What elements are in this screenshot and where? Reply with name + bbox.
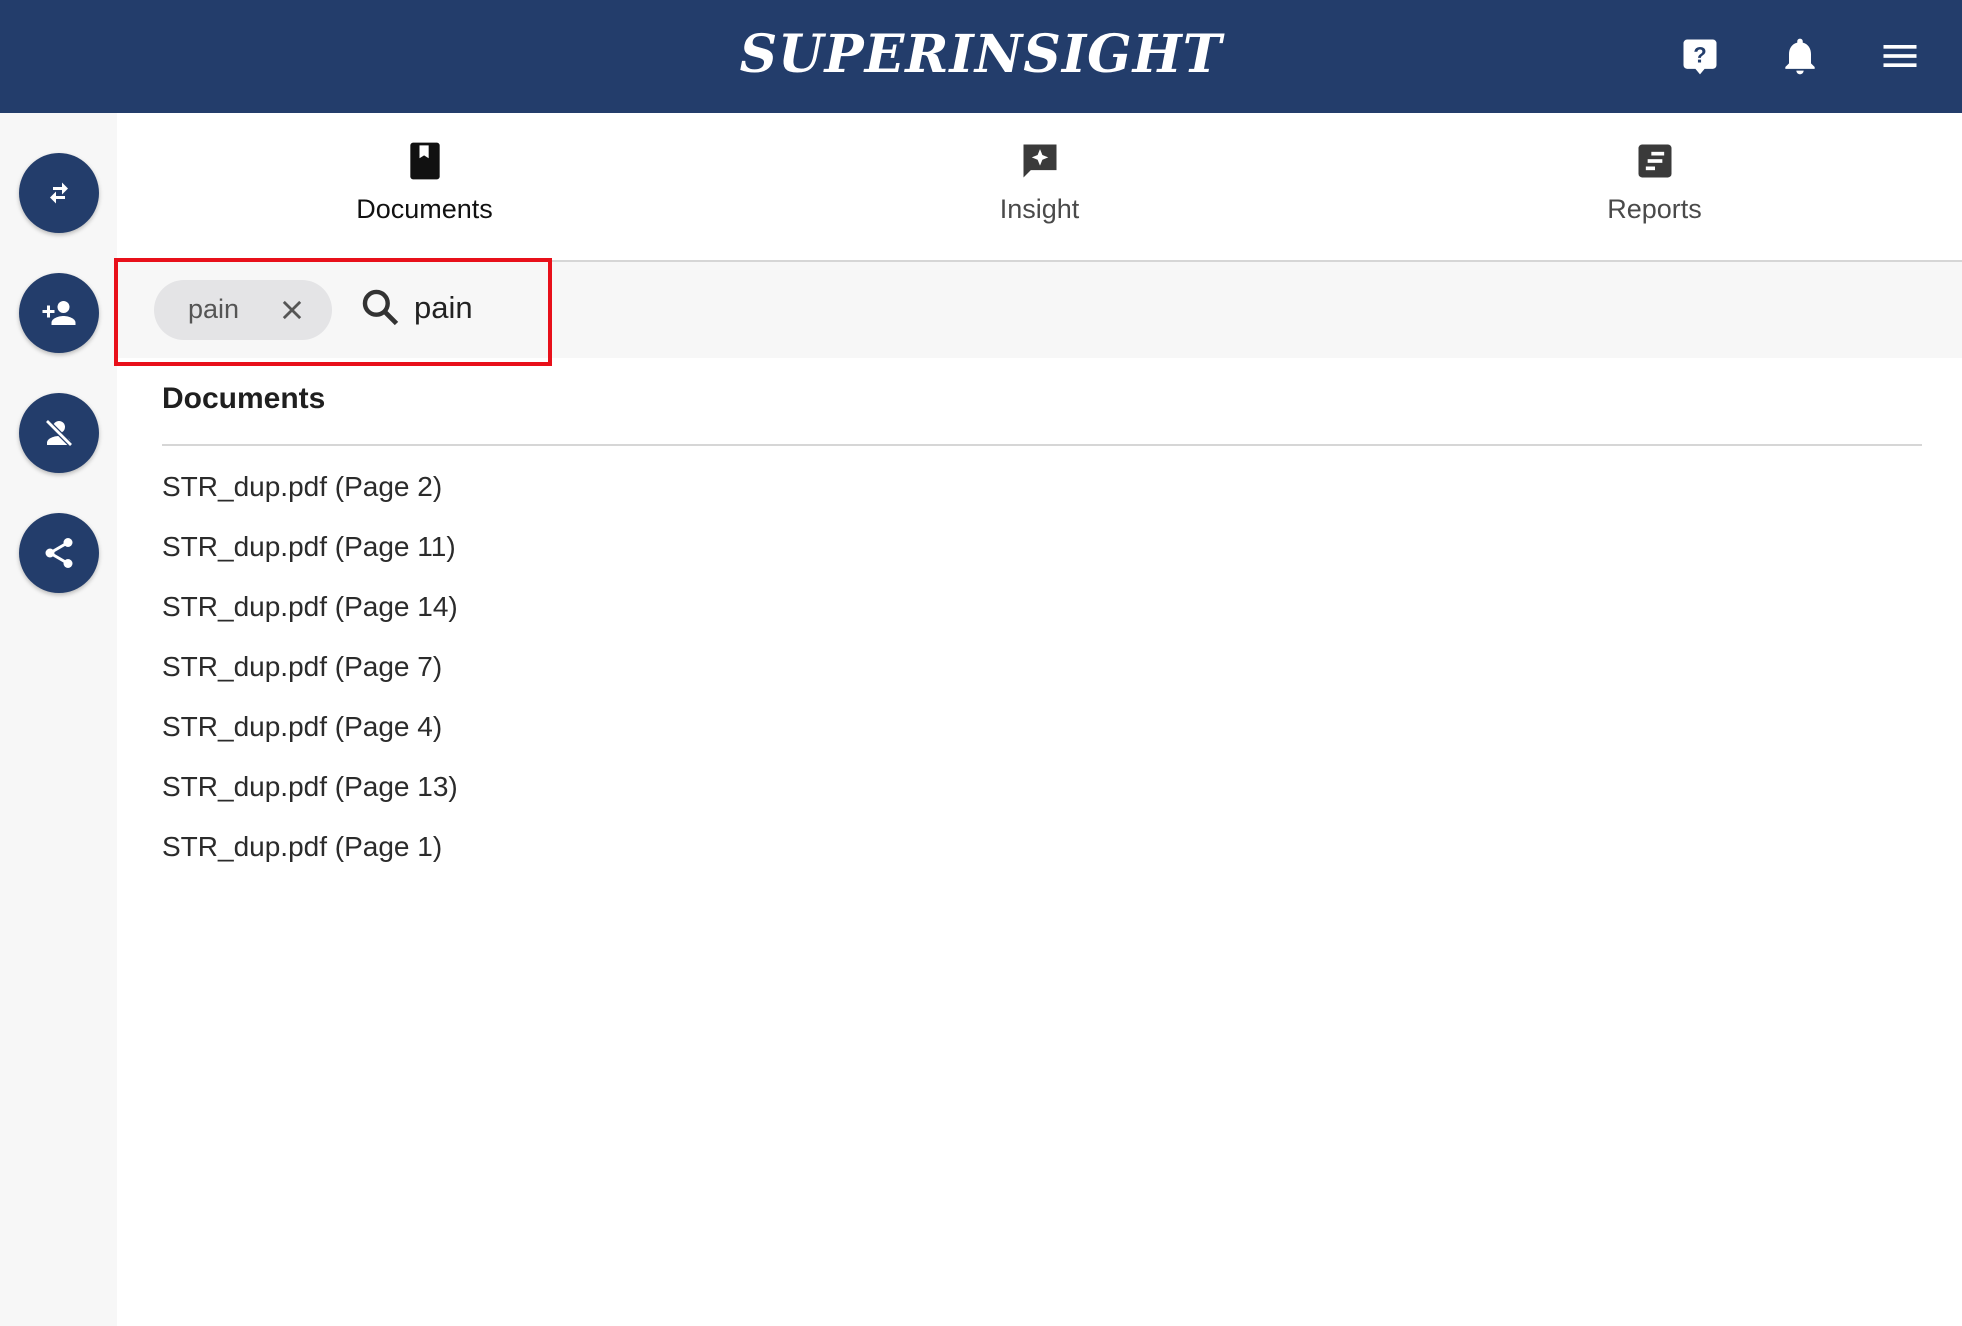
document-result-item[interactable]: STR_dup.pdf (Page 1) — [162, 823, 458, 883]
add-person-button[interactable] — [19, 273, 99, 353]
document-result-item[interactable]: STR_dup.pdf (Page 14) — [162, 583, 458, 643]
close-icon[interactable] — [278, 296, 306, 324]
document-result-item[interactable]: STR_dup.pdf (Page 2) — [162, 463, 458, 523]
tab-insight[interactable]: Insight — [732, 113, 1347, 260]
tab-label: Reports — [1607, 194, 1702, 224]
section-title: Documents — [162, 382, 326, 415]
svg-text:?: ? — [1693, 42, 1706, 67]
app-logo[interactable]: SUPERINSIGHT — [0, 24, 1962, 85]
top-app-bar: SUPERINSIGHT ? — [0, 0, 1962, 113]
document-results-list: STR_dup.pdf (Page 2) STR_dup.pdf (Page 1… — [162, 463, 458, 883]
add-person-icon — [42, 301, 76, 325]
chip-label: pain — [188, 294, 240, 324]
divider — [162, 444, 1922, 446]
book-icon — [409, 142, 440, 180]
tab-documents[interactable]: Documents — [117, 113, 732, 262]
tab-label: Insight — [999, 194, 1080, 224]
left-action-rail — [0, 113, 117, 1326]
bell-icon — [1785, 38, 1815, 75]
remove-person-icon — [45, 419, 73, 447]
notifications-button[interactable] — [1772, 28, 1828, 84]
document-result-item[interactable]: STR_dup.pdf (Page 13) — [162, 763, 458, 823]
share-icon — [45, 538, 73, 568]
help-icon: ? — [1683, 39, 1717, 75]
document-result-item[interactable]: STR_dup.pdf (Page 7) — [162, 643, 458, 703]
swap-icon — [50, 182, 68, 204]
share-button[interactable] — [19, 513, 99, 593]
search-bar: pain — [117, 262, 1962, 358]
menu-button[interactable] — [1872, 28, 1928, 84]
search-input[interactable] — [414, 282, 714, 334]
document-result-item[interactable]: STR_dup.pdf (Page 4) — [162, 703, 458, 763]
search-term-chip[interactable]: pain — [154, 280, 332, 340]
swap-button[interactable] — [19, 153, 99, 233]
remove-person-button[interactable] — [19, 393, 99, 473]
tab-reports[interactable]: Reports — [1347, 113, 1962, 260]
help-button[interactable]: ? — [1672, 28, 1728, 84]
document-result-item[interactable]: STR_dup.pdf (Page 11) — [162, 523, 458, 583]
tab-bar: Documents Insight Reports — [117, 113, 1962, 262]
report-icon — [1638, 144, 1671, 178]
search-icon — [362, 289, 399, 326]
tab-label: Documents — [356, 194, 493, 224]
menu-icon — [1883, 45, 1917, 67]
insight-icon — [1023, 144, 1056, 178]
